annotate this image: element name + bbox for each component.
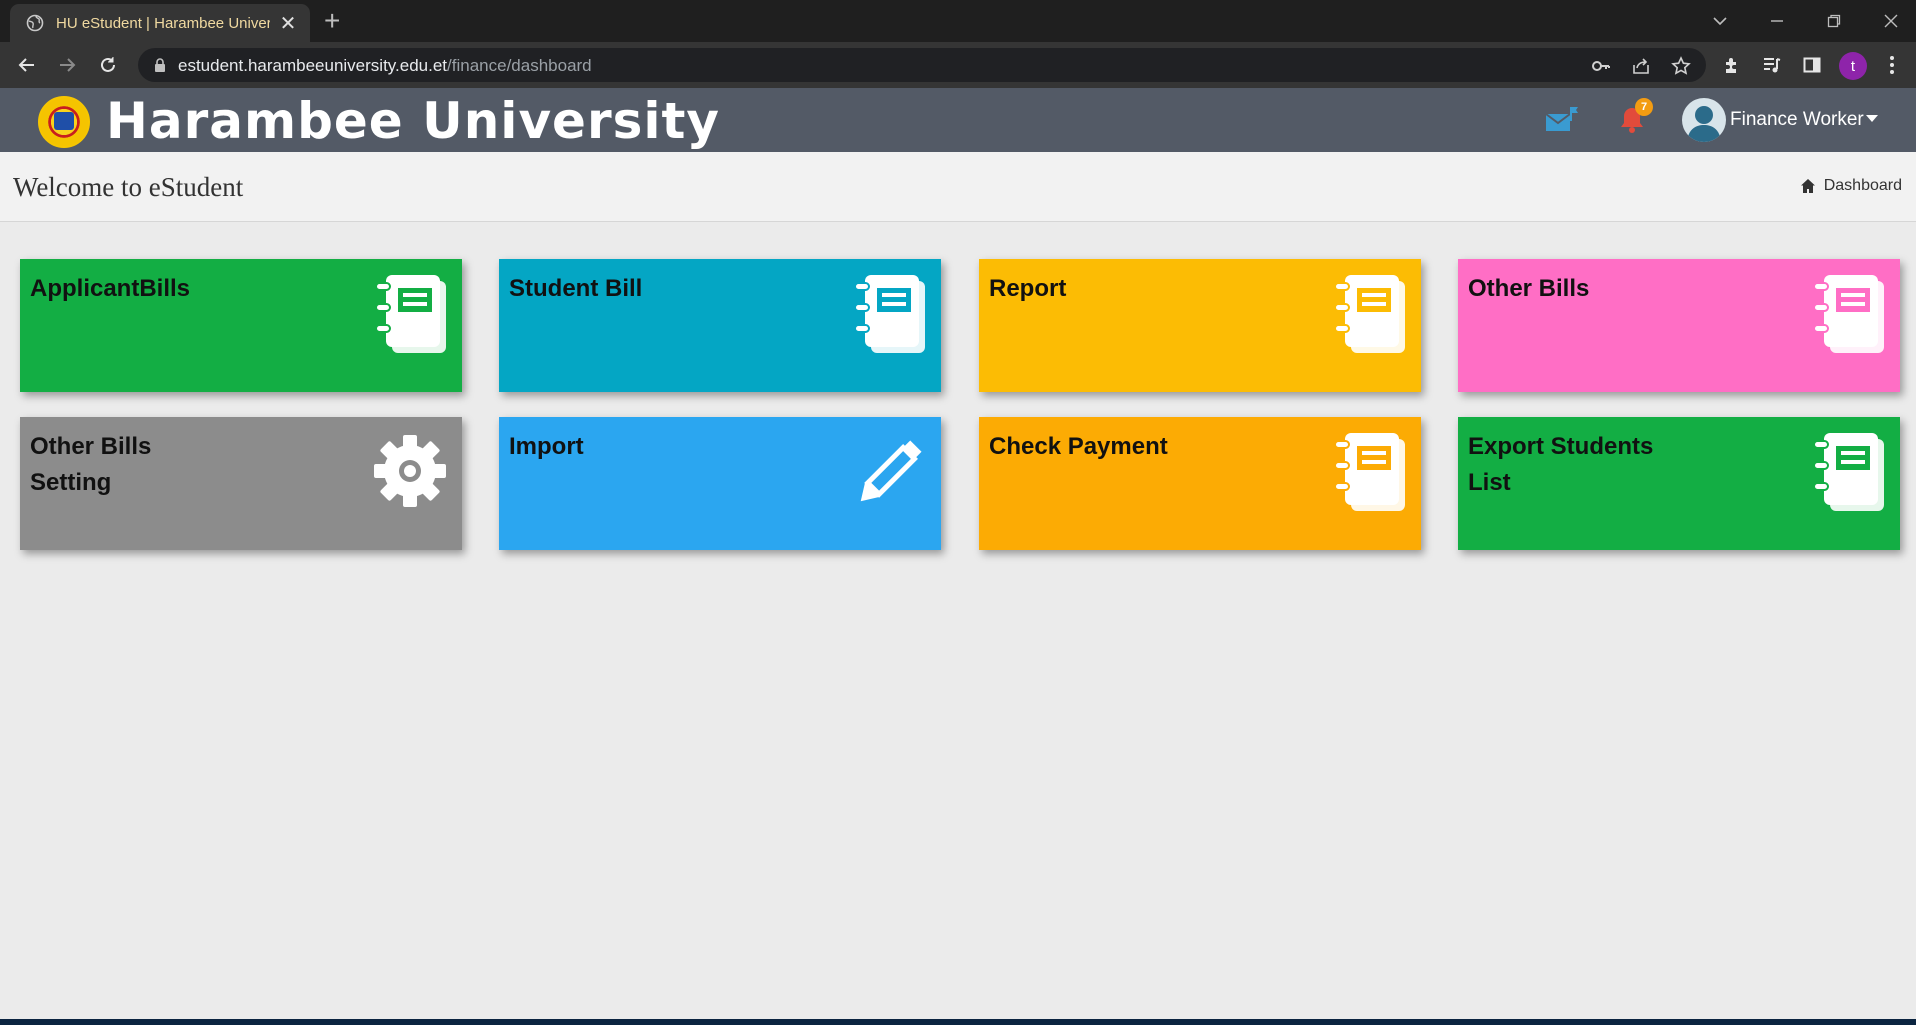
tile-import[interactable]: Import (499, 417, 941, 550)
browser-tab[interactable]: HU eStudent | Harambee University ✕ (10, 4, 310, 42)
globe-icon (26, 14, 44, 32)
tile-label: Export Students List (1468, 433, 1654, 496)
menu-dots-icon[interactable] (1880, 53, 1904, 77)
back-icon[interactable] (13, 51, 41, 79)
tab-title: HU eStudent | Harambee University (56, 14, 270, 32)
key-icon[interactable] (1590, 55, 1612, 77)
new-tab-button[interactable]: + (324, 7, 340, 35)
close-tab-icon[interactable]: ✕ (278, 11, 298, 36)
taskbar-edge (0, 1019, 1916, 1025)
notification-count-badge: 7 (1635, 98, 1653, 116)
pencil-icon (853, 431, 925, 511)
tile-label: Student Bill (509, 275, 643, 302)
notebook-icon (1333, 431, 1405, 511)
site-header: Harambee University 7 Finance Worker (0, 88, 1916, 152)
content-header: Welcome to eStudent Dashboard (0, 152, 1916, 222)
reload-icon[interactable] (94, 51, 122, 79)
tile-other-bills-setting[interactable]: Other Bills Setting (20, 417, 462, 550)
notebook-icon (1812, 273, 1884, 353)
browser-tabstrip: HU eStudent | Harambee University ✕ + (0, 0, 1916, 42)
tile-student-bill[interactable]: Student Bill (499, 259, 941, 392)
user-name[interactable]: Finance Worker (1730, 109, 1864, 131)
notebook-icon (1812, 431, 1884, 511)
breadcrumb-dashboard[interactable]: Dashboard (1824, 177, 1902, 195)
tile-check-payment[interactable]: Check Payment (979, 417, 1421, 550)
breadcrumb: Dashboard (1800, 177, 1902, 195)
notebook-icon (1333, 273, 1405, 353)
university-logo[interactable] (38, 96, 90, 148)
user-avatar[interactable] (1682, 98, 1726, 142)
lock-icon (152, 57, 168, 73)
notebook-icon (374, 273, 446, 353)
close-window-icon[interactable] (1876, 6, 1906, 36)
url-path: /finance/dashboard (447, 56, 592, 75)
media-icon[interactable] (1760, 53, 1784, 77)
gear-icon (374, 431, 446, 511)
envelope-flag-icon[interactable] (1542, 102, 1582, 138)
brand-title[interactable]: Harambee University (106, 92, 720, 150)
tile-label: Import (509, 433, 584, 460)
tile-export-students-list[interactable]: Export Students List (1458, 417, 1900, 550)
logo-emblem (54, 112, 74, 130)
address-bar[interactable]: estudent.harambeeuniversity.edu.et/finan… (138, 48, 1706, 82)
url-text: estudent.harambeeuniversity.edu.et/finan… (178, 56, 592, 76)
tile-label: ApplicantBills (30, 275, 191, 302)
profile-avatar[interactable]: t (1839, 52, 1867, 80)
url-host: estudent.harambeeuniversity.edu.et (178, 56, 448, 75)
page-title: Welcome to eStudent (13, 172, 244, 202)
tile-label: Check Payment (989, 433, 1168, 460)
tab-search-icon[interactable] (1705, 6, 1735, 36)
browser-toolbar: estudent.harambeeuniversity.edu.et/finan… (0, 42, 1916, 88)
share-icon[interactable] (1630, 55, 1652, 77)
home-icon (1800, 178, 1816, 194)
restore-icon[interactable] (1819, 6, 1849, 36)
tile-other-bills[interactable]: Other Bills (1458, 259, 1900, 392)
tile-report[interactable]: Report (979, 259, 1421, 392)
bookmark-star-icon[interactable] (1670, 55, 1692, 77)
tile-applicant-bills[interactable]: ApplicantBills (20, 259, 462, 392)
tile-label: Other Bills Setting (30, 433, 152, 496)
forward-icon[interactable] (53, 51, 81, 79)
tile-label: Other Bills (1468, 275, 1590, 302)
notebook-icon (853, 273, 925, 353)
side-panel-icon[interactable] (1800, 53, 1824, 77)
caret-down-icon[interactable] (1866, 115, 1878, 122)
tile-label: Report (989, 275, 1067, 302)
extensions-icon[interactable] (1720, 53, 1744, 77)
minimize-icon[interactable] (1762, 6, 1792, 36)
